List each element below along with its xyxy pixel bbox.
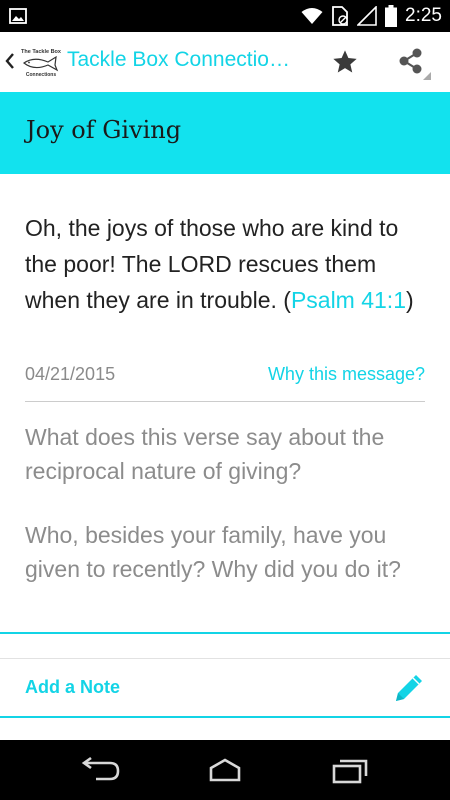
nav-recents-icon[interactable] [326, 755, 374, 785]
message-date: 04/21/2015 [25, 364, 116, 384]
navigation-bar [0, 740, 450, 800]
battery-icon [385, 5, 398, 27]
add-note-row[interactable]: Add a Note [0, 659, 450, 716]
question-2: Who, besides your family, have you given… [25, 522, 401, 582]
verse-text: Oh, the joys of those who are kind to th… [25, 210, 425, 318]
wifi-icon [301, 8, 323, 24]
add-note-label[interactable]: Add a Note [25, 677, 120, 698]
no-sim-icon [332, 6, 348, 26]
status-time: 2:25 [405, 5, 442, 26]
app-bar: The Tackle Box Connections Tackle Box Co… [0, 32, 450, 93]
section-gap [0, 634, 450, 658]
star-icon[interactable] [331, 48, 359, 76]
page-title: Joy of Giving [26, 116, 182, 144]
nav-home-icon[interactable] [201, 755, 249, 785]
back-chevron-icon[interactable] [5, 52, 15, 70]
status-bar: 2:25 [0, 0, 450, 32]
image-icon [9, 8, 27, 24]
question-1: What does this verse say about the recip… [25, 424, 385, 484]
app-title: Tackle Box Connectio… [67, 48, 290, 71]
signal-icon [357, 6, 377, 26]
divider [25, 401, 425, 402]
header-band: Joy of Giving [0, 92, 450, 174]
svg-text:The Tackle Box: The Tackle Box [21, 49, 62, 55]
verse-close: ) [406, 287, 414, 313]
app-logo[interactable]: The Tackle Box Connections [18, 44, 64, 78]
verse-reference-link[interactable]: Psalm 41:1 [291, 287, 406, 313]
bottom-spacer [0, 718, 450, 740]
svg-text:Connections: Connections [26, 72, 56, 78]
why-this-message-link[interactable]: Why this message? [268, 364, 425, 385]
pencil-icon[interactable] [392, 671, 426, 705]
share-icon[interactable] [395, 46, 431, 82]
nav-back-icon[interactable] [76, 755, 124, 785]
